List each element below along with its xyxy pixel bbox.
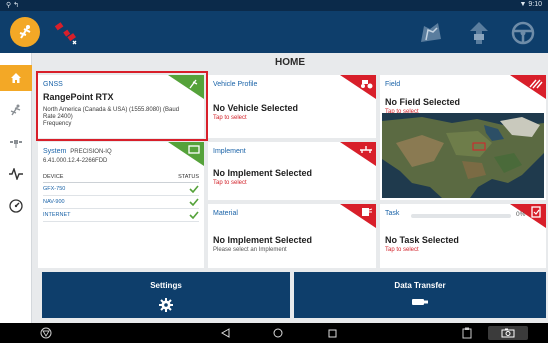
nav-item-gnss[interactable] <box>0 97 32 123</box>
material-hint: Please select an Implement <box>213 247 287 253</box>
settings-label: Settings <box>150 281 182 290</box>
implement-title: Implement <box>213 148 246 155</box>
task-manager-icon[interactable] <box>460 326 474 340</box>
material-card[interactable]: Material No Implement Selected Please se… <box>208 204 376 268</box>
device-name: NAV-900 <box>43 199 65 205</box>
home-icon <box>11 73 21 83</box>
gnss-icon[interactable] <box>10 17 40 47</box>
device-name: INTERNET <box>43 212 71 218</box>
check-icon <box>189 185 199 193</box>
status-column-header: STATUS <box>178 174 199 180</box>
device-status-table: DEVICE STATUS GFX-750 NAV-900 INTERNET <box>43 174 199 222</box>
device-name: GFX-750 <box>43 186 66 192</box>
sprayer-icon <box>362 208 373 216</box>
implement-card[interactable]: Implement No Implement Selected Tap to s… <box>208 142 376 200</box>
nav-item-home[interactable] <box>0 65 32 91</box>
task-status: No Task Selected <box>385 235 459 245</box>
material-status: No Implement Selected <box>213 235 313 245</box>
device-row: GFX-750 <box>43 183 199 196</box>
gear-icon <box>159 298 173 312</box>
system-card[interactable]: System PRECISION-IQ 6.41.000.12.4-2266FD… <box>38 142 204 268</box>
field-title: Field <box>385 81 401 88</box>
implement-status: No Implement Selected <box>213 168 313 178</box>
guidance-icon[interactable] <box>466 20 492 46</box>
nav-item-performance[interactable] <box>0 193 32 219</box>
android-status-bar: ⚲ ↰ ▼ 9:10 <box>0 0 548 11</box>
data-transfer-button[interactable]: Data Transfer <box>294 272 546 318</box>
back-icon[interactable] <box>218 326 232 340</box>
display-icon <box>188 145 200 154</box>
field-boundary-icon[interactable] <box>418 20 444 46</box>
task-card[interactable]: Task 0% No Task Selected Tap to select <box>380 204 546 268</box>
task-title: Task <box>385 210 400 217</box>
task-progress-bar <box>411 214 511 218</box>
speedometer-icon <box>9 199 23 213</box>
home-nav-icon[interactable] <box>271 326 285 340</box>
app-header <box>0 11 548 53</box>
field-icon <box>529 79 543 89</box>
device-row: NAV-900 <box>43 196 199 209</box>
system-name: PRECISION-IQ <box>70 149 112 155</box>
camera-icon <box>501 328 515 338</box>
satellite-nav-icon <box>10 140 22 148</box>
vehicle-profile-card[interactable]: Vehicle Profile No Vehicle Selected Tap … <box>208 75 376 138</box>
screenshot-button[interactable] <box>488 326 528 340</box>
side-navigation <box>0 53 32 323</box>
data-transfer-label: Data Transfer <box>394 281 446 290</box>
satellite-map[interactable] <box>382 113 544 198</box>
gnss-nav-icon <box>10 104 21 116</box>
vehicle-status: No Vehicle Selected <box>213 103 299 113</box>
implement-icon <box>360 146 372 153</box>
vehicle-title: Vehicle Profile <box>213 81 258 88</box>
check-icon <box>189 198 199 206</box>
android-nav-bar <box>0 323 548 343</box>
implement-hint: Tap to select <box>213 180 247 186</box>
vehicle-hint: Tap to select <box>213 115 247 121</box>
nav-item-diagnostics[interactable] <box>0 161 32 187</box>
usb-drive-icon <box>412 299 428 305</box>
pulse-icon <box>9 168 23 180</box>
status-clock: ▼ 9:10 <box>519 1 543 8</box>
system-title: System <box>43 148 67 155</box>
trimble-logo-icon[interactable] <box>38 326 54 340</box>
clipboard-icon <box>531 206 541 218</box>
device-column-header: DEVICE <box>43 174 64 180</box>
system-version: 6.41.000.12.4-2266FDD <box>43 158 108 164</box>
check-icon <box>189 211 199 219</box>
north-america-map-image <box>382 113 544 198</box>
page-title: HOME <box>275 57 305 68</box>
status-left-icons: ⚲ ↰ <box>6 2 19 9</box>
field-status: No Field Selected <box>385 97 461 107</box>
steering-wheel-icon[interactable] <box>510 20 536 46</box>
material-title: Material <box>213 210 238 217</box>
gnss-selection-highlight <box>36 71 208 141</box>
device-row: INTERNET <box>43 209 199 222</box>
tractor-icon <box>361 80 373 89</box>
field-card[interactable]: Field No Field Selected Tap to select <box>380 75 546 200</box>
task-hint: Tap to select <box>385 247 419 253</box>
nav-item-satellite[interactable] <box>0 129 32 155</box>
satellite-icon[interactable] <box>52 21 78 45</box>
system-heading: System PRECISION-IQ <box>43 148 112 155</box>
settings-button[interactable]: Settings <box>42 272 290 318</box>
device-table-header: DEVICE STATUS <box>43 174 199 183</box>
screen: ⚲ ↰ ▼ 9:10 HOME GNSS RangePoint RTX Nort… <box>0 0 548 343</box>
task-progress-percent: 0% <box>516 211 526 218</box>
recents-icon[interactable] <box>325 326 339 340</box>
